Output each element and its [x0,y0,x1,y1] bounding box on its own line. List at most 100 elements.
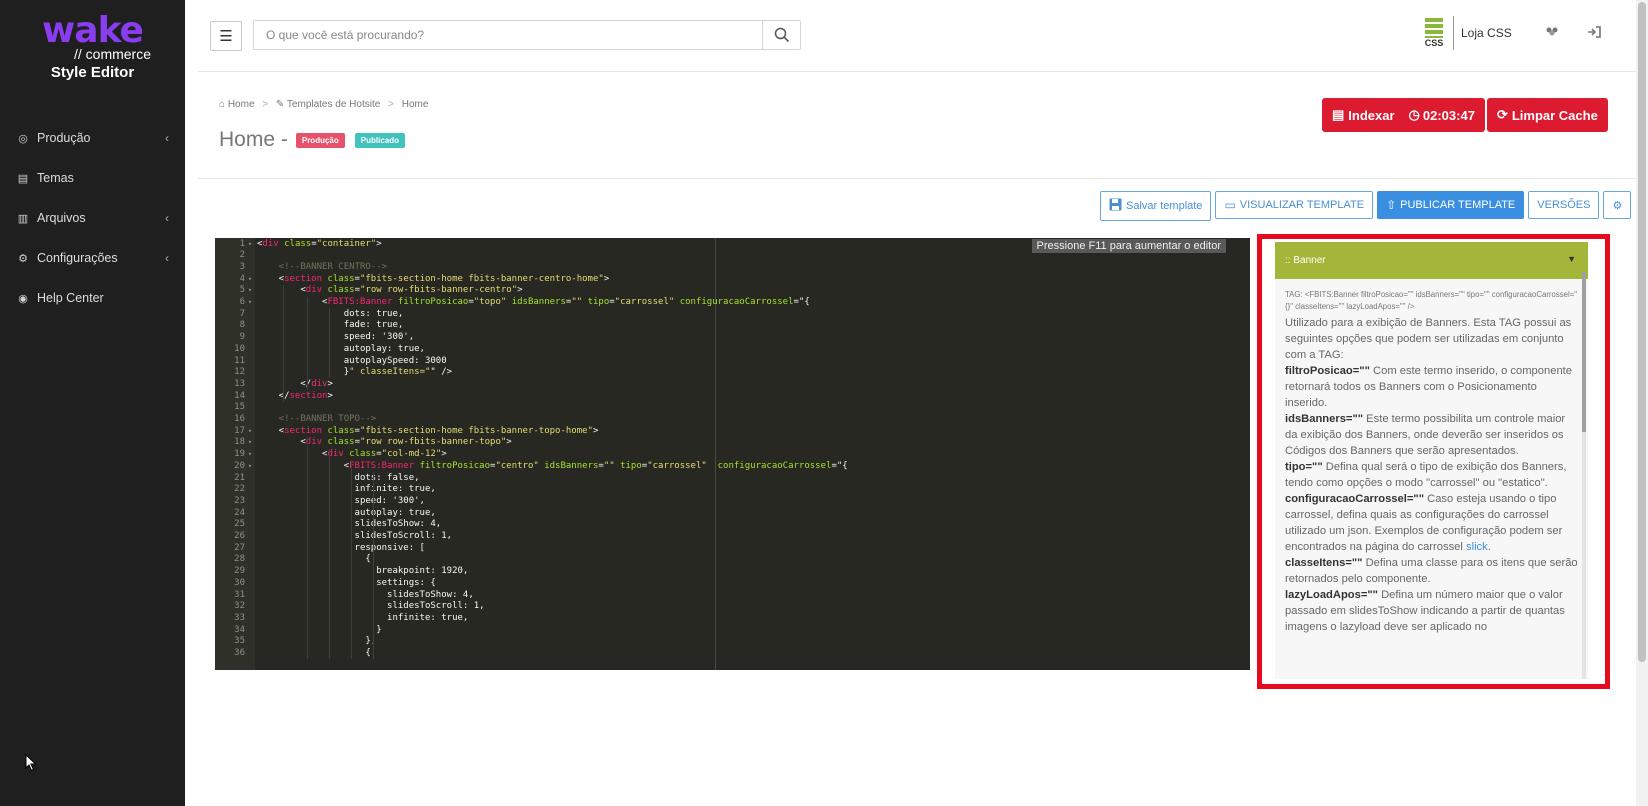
sidebar-item-4[interactable]: ◉ Help Center [0,278,185,318]
line-number: 23 [234,495,245,506]
code-line[interactable]: 24 autoplay: true, [215,508,1250,520]
sidebar-item-label: Help Center [37,291,104,305]
line-number: 4 [239,273,245,284]
code-line[interactable]: 13 </div> [215,379,1250,391]
fold-arrow-icon[interactable]: ▾ [245,239,255,251]
code-line[interactable]: 30 settings: { [215,578,1250,590]
search-input[interactable] [254,21,762,49]
accordion-header-banner[interactable]: :: Banner ▼ [1275,242,1588,279]
code-line[interactable]: 18 ▾ <div class="row row-fbits-banner-top… [215,437,1250,449]
menu-toggle-button[interactable]: ☰ [210,21,242,51]
code-line[interactable]: 23 speed: '300', [215,496,1250,508]
fold-arrow-icon[interactable]: ▾ [245,426,255,438]
code-line[interactable]: 8 fade: true, [215,320,1250,332]
code-line[interactable]: 22 infinite: true, [215,484,1250,496]
view-template-button[interactable]: ▭ VISUALIZAR TEMPLATE [1215,191,1374,219]
tag-param: filtroPosicao="" Com este termo inserido… [1285,363,1578,411]
code-line[interactable]: 33 infinite: true, [215,613,1250,625]
panel-scrollbar[interactable] [1582,272,1586,679]
store-selector[interactable]: CSS Loja CSS [1422,16,1512,50]
publish-template-button[interactable]: ⇧ PUBLICAR TEMPLATE [1377,191,1525,219]
code-line[interactable]: 35 }, [215,636,1250,648]
code-line[interactable]: 7 dots: true, [215,309,1250,321]
code-text: autoplay: true, [257,507,436,518]
clear-cache-button[interactable]: ⟳ Limpar Cache [1486,98,1608,132]
code-line[interactable]: 28 { [215,554,1250,566]
line-number: 20 [234,460,245,471]
code-line[interactable]: 15 [215,402,1250,414]
code-line[interactable]: 14 </section> [215,391,1250,403]
index-button[interactable]: ▤ Indexar ◷ 02:03:47 [1322,98,1485,132]
fold-arrow-icon[interactable]: ▾ [245,285,255,297]
sidebar-item-label: Produção [37,131,91,145]
code-line[interactable]: 5 ▾ <div class="row row-fbits-banner-cent… [215,285,1250,297]
code-editor[interactable]: Pressione F11 para aumentar o editor 1 ▾ <… [215,238,1250,670]
users-icon[interactable] [1545,26,1559,41]
param-desc-tail: . [1487,541,1491,553]
settings-button[interactable]: ⚙ [1603,191,1632,219]
fold-arrow-icon[interactable]: ▾ [245,437,255,449]
code-line[interactable]: 29 breakpoint: 1920, [215,566,1250,578]
sidebar-item-2[interactable]: ▥ Arquivos ‹ [0,198,185,238]
breadcrumb-home[interactable]: Home [228,99,255,110]
code-line[interactable]: 27 responsive: [ [215,543,1250,555]
save-template-button[interactable]: Salvar template [1100,191,1212,221]
line-number: 13 [234,378,245,389]
versions-button[interactable]: VERSÕES [1528,191,1600,219]
code-line[interactable]: 17 ▾ <section class="fbits-section-home f… [215,426,1250,438]
code-line[interactable]: 1 ▾ <div class="container"> [215,239,1250,251]
fold-arrow-icon[interactable]: ▾ [245,297,255,309]
page-title-row: Home - Produção Publicado [219,128,405,152]
sidebar-item-3[interactable]: ⚙ Configurações ‹ [0,238,185,278]
brand-logo[interactable]: wake // commerce Style Editor [0,13,185,82]
line-number: 22 [234,484,245,495]
line-number: 12 [234,367,245,378]
line-number: 14 [234,390,245,401]
line-number: 28 [234,554,245,565]
code-line[interactable]: 25 slidesToShow: 4, [215,519,1250,531]
code-line[interactable]: 21 dots: false, [215,473,1250,485]
indent-guide [283,284,284,402]
code-line[interactable]: 10 autoplay: true, [215,344,1250,356]
breadcrumb-templates[interactable]: Templates de Hotsite [287,99,380,110]
sidebar-item-1[interactable]: ▤ Temas [0,158,185,198]
code-line[interactable]: 4 ▾ <section class="fbits-section-home fb… [215,274,1250,286]
code-line[interactable]: 12 }" classeItens="" /> [215,367,1250,379]
store-name: Loja CSS [1461,26,1512,40]
code-line[interactable]: 19 ▾ <div class="col-md-12"> [215,449,1250,461]
code-line[interactable]: 6 ▾ <FBITS:Banner filtroPosicao="topo" id… [215,297,1250,309]
sidebar-item-0[interactable]: ◎ Produção ‹ [0,118,185,158]
code-line[interactable]: 3 <!--BANNER CENTRO--> [215,262,1250,274]
line-number: 24 [234,507,245,518]
fold-arrow-icon[interactable]: ▾ [245,449,255,461]
code-line[interactable]: 11 autoplaySpeed: 3000 [215,356,1250,368]
indent-guide [329,448,330,660]
slick-link[interactable]: slick [1466,541,1488,553]
code-line[interactable]: 34 } [215,625,1250,637]
code-line[interactable]: 9 speed: '300', [215,332,1250,344]
code-line[interactable]: 26 slidesToScroll: 1, [215,531,1250,543]
page-scrollbar[interactable] [1636,0,1648,806]
code-line[interactable]: 32 slidesToScroll: 1, [215,601,1250,613]
code-line[interactable]: 20 ▾ <FBITS:Banner filtroPosicao="centro"… [215,461,1250,473]
chevron-left-icon: ‹ [165,251,169,265]
logout-icon[interactable] [1587,26,1601,41]
line-number: 10 [234,343,245,354]
param-name: tipo="" [1285,461,1323,473]
code-line[interactable]: 16 <!--BANNER TOPO--> [215,414,1250,426]
fold-arrow-icon[interactable]: ▾ [245,461,255,473]
code-line[interactable]: 36 { [215,648,1250,660]
line-number: 5 [239,285,245,296]
code-line[interactable]: 2 [215,250,1250,262]
fold-arrow-icon[interactable]: ▾ [245,274,255,286]
search-button[interactable] [762,21,800,49]
code-line[interactable]: 31 slidesToShow: 4, [215,590,1250,602]
